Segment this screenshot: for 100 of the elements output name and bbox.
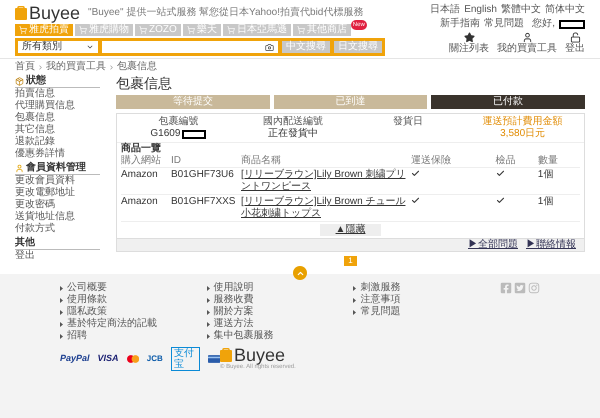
greeting: 您好,: [532, 18, 555, 30]
table-cell: Amazon: [121, 194, 171, 222]
star-icon: [464, 32, 474, 43]
sidebar-link[interactable]: 更改會員資料: [15, 175, 100, 187]
field-label: 發貨日: [392, 116, 423, 128]
footer-link[interactable]: 注意事項: [360, 294, 400, 306]
cart-icon: [139, 26, 147, 34]
sidebar-heading: 其他: [15, 237, 35, 249]
footer-logo: Buyee: [234, 346, 286, 364]
bullet-icon: [60, 334, 63, 338]
footer-link[interactable]: 使用說明: [214, 282, 254, 294]
footer-link[interactable]: 關於方案: [214, 306, 254, 318]
facebook-icon[interactable]: [500, 282, 512, 294]
bag-logo-icon: [15, 6, 27, 20]
sidebar-link[interactable]: 送貨地址信息: [15, 211, 100, 223]
product-link[interactable]: [リリーブラウン]Lily Brown 刺繍プリントワンピース: [241, 169, 406, 193]
footer-link[interactable]: 常見問題: [360, 306, 400, 318]
language-link[interactable]: 日本語: [430, 4, 460, 16]
credit-card-icon: [208, 354, 220, 364]
table-cell: Amazon: [121, 168, 171, 194]
paypal-logo: PayPal: [60, 352, 90, 366]
table-cell: B01GHF73U6: [171, 168, 241, 194]
bullet-icon: [60, 298, 63, 302]
sidebar-link[interactable]: 拍賣信息: [15, 88, 100, 100]
cart-icon: [226, 26, 235, 34]
footer-link[interactable]: 基於特定商法的記載: [67, 318, 157, 330]
column-header: 數量: [538, 155, 580, 168]
footer-link[interactable]: 刺激服務: [360, 282, 400, 294]
product-link[interactable]: [リリーブラウン]Lily Brown チュール小花刺繍トップス: [241, 196, 406, 220]
table-cell: B01GHF7XXS: [171, 194, 241, 222]
box-icon: [15, 76, 24, 86]
footer-link[interactable]: 使用條款: [67, 294, 107, 306]
footer-link[interactable]: 集中包裹服務: [214, 330, 274, 342]
language-link[interactable]: 简体中文: [545, 4, 585, 16]
sidebar-heading: 狀態: [26, 75, 46, 87]
breadcrumb-link[interactable]: 我的買賣工具: [46, 61, 106, 73]
header-action[interactable]: 登出: [565, 32, 585, 55]
bullet-icon: [206, 310, 210, 314]
tagline: "Buyee" 提供一站式服務 幫您從日本Yahoo!拍賣代bid代標服務: [88, 7, 364, 19]
sidebar-link[interactable]: 更改電郵地址: [15, 187, 100, 199]
bullet-icon: [353, 286, 356, 290]
bullet-icon: [206, 286, 210, 290]
bullet-icon: [353, 310, 356, 314]
bag-logo-icon: [220, 348, 232, 362]
status-tab[interactable]: 已付款: [431, 95, 586, 109]
column-header: 商品名稱: [241, 155, 411, 168]
redaction-box: [182, 130, 206, 138]
sidebar-link[interactable]: 登出: [15, 250, 100, 262]
scroll-top-button[interactable]: [293, 266, 307, 280]
redaction-box: [559, 20, 585, 28]
bullet-icon: [206, 334, 210, 338]
field-label: 運送預計費用金額: [482, 116, 563, 128]
sidebar-link[interactable]: 包裹信息: [15, 112, 100, 124]
instagram-icon[interactable]: [528, 282, 540, 294]
language-link[interactable]: 繁體中文: [501, 4, 541, 16]
footer-link[interactable]: 招聘: [67, 330, 87, 342]
user-icon: [15, 164, 24, 172]
header-action[interactable]: 我的買賣工具: [497, 32, 557, 55]
breadcrumb-separator-icon: [37, 64, 44, 70]
twitter-icon[interactable]: [514, 282, 526, 294]
help-link[interactable]: 新手指南: [440, 18, 480, 30]
table-cell: 1個: [538, 168, 580, 194]
sidebar-link[interactable]: 退款記錄: [15, 136, 100, 148]
footer-link[interactable]: 隱私政策: [67, 306, 107, 318]
column-header: 運送保險: [411, 155, 496, 168]
column-header: ID: [171, 155, 241, 168]
header-action[interactable]: 關注列表: [449, 32, 489, 55]
bullet-icon: [60, 310, 63, 314]
search-field[interactable]: [102, 41, 278, 53]
language-link[interactable]: English: [464, 4, 497, 16]
sidebar-link[interactable]: 代理購買信息: [15, 100, 100, 112]
footer-link[interactable]: 運送方法: [214, 318, 254, 330]
sidebar-link[interactable]: 其它信息: [15, 124, 100, 136]
camera-icon: [265, 42, 274, 52]
card-footer-link[interactable]: ▶聯絡情報: [526, 239, 576, 251]
visa-logo: VISA: [98, 352, 119, 366]
sidebar-link[interactable]: 付款方式: [15, 223, 100, 235]
bullet-icon: [206, 298, 210, 302]
mastercard-logo: [126, 354, 139, 364]
site-logo: Buyee: [29, 4, 80, 22]
category-select[interactable]: 所有類別: [18, 41, 98, 53]
breadcrumb-link[interactable]: 首頁: [15, 61, 35, 73]
user-icon: [522, 32, 532, 43]
footer-link[interactable]: 服務收費: [214, 294, 254, 306]
jcb-logo: JCB: [146, 353, 163, 365]
help-link[interactable]: 常見問題: [484, 18, 524, 30]
cart-icon: [79, 26, 87, 34]
breadcrumb-separator-icon: [108, 64, 115, 70]
breadcrumb-link[interactable]: 包裹信息: [117, 61, 157, 73]
card-footer-link[interactable]: ▶全部問題: [468, 239, 518, 251]
collapse-button[interactable]: ▲隱藏: [320, 224, 382, 236]
sidebar-link[interactable]: 更改密碼: [15, 199, 100, 211]
cart-icon: [19, 26, 27, 34]
footer-link[interactable]: 公司概要: [67, 282, 107, 294]
sidebar-link[interactable]: 優惠券詳情: [15, 148, 100, 160]
cart-icon: [186, 26, 195, 34]
page-title: 包裹信息: [116, 75, 173, 91]
bullet-icon: [60, 286, 63, 290]
column-header: 檢品: [496, 155, 538, 168]
cart-icon: [296, 26, 305, 34]
